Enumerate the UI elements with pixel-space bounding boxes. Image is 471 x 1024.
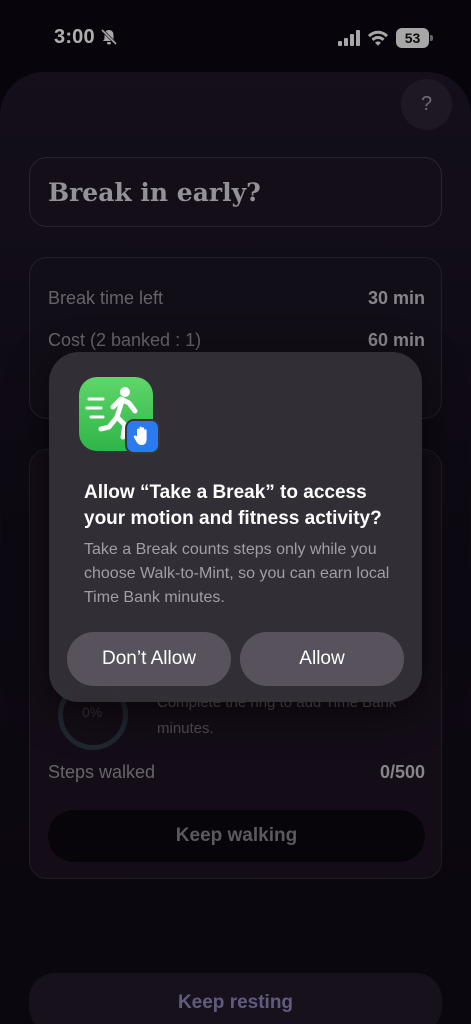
allow-button[interactable]: Allow: [240, 632, 404, 686]
hand-badge: [125, 419, 160, 454]
alert-message: Take a Break counts steps only while you…: [84, 541, 390, 606]
dont-allow-button[interactable]: Don’t Allow: [67, 632, 231, 686]
raised-hand-icon: [133, 426, 147, 445]
alert-title: Allow “Take a Break” to access your moti…: [84, 482, 382, 529]
permission-alert: Allow “Take a Break” to access your moti…: [49, 352, 422, 702]
